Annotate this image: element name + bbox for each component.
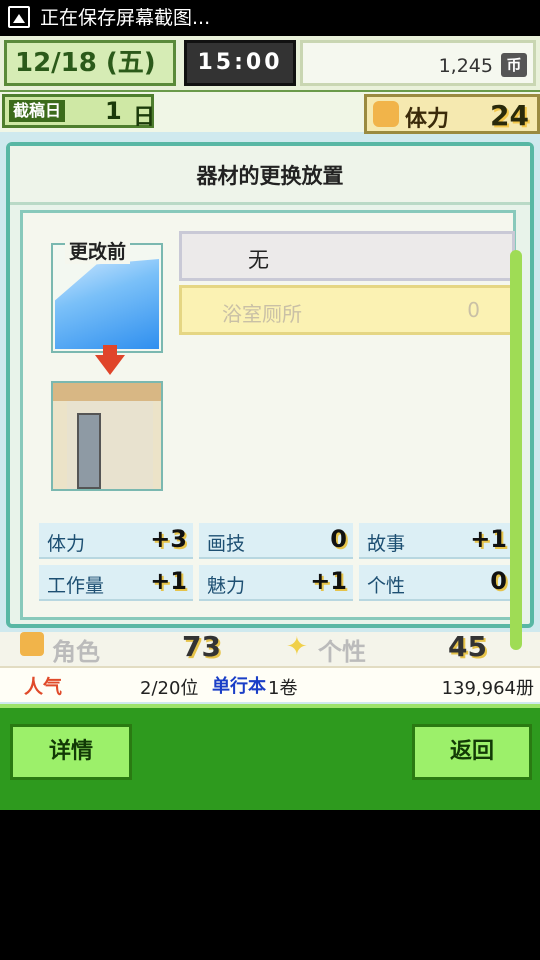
- stat-label: 体力: [47, 533, 86, 555]
- stat-drawing: 画技 0: [199, 523, 353, 559]
- stat-value: +1: [470, 525, 507, 553]
- volume-label: 单行本: [212, 676, 266, 697]
- role-label: 角色: [52, 638, 100, 666]
- volume-value: 1卷: [268, 678, 298, 699]
- option-name: 无: [248, 248, 269, 272]
- stat-label: 魅力: [207, 575, 246, 597]
- dialog-title: 器材的更换放置: [196, 164, 344, 188]
- before-label: 更改前: [65, 237, 131, 264]
- bathroom-door-image: [77, 413, 101, 489]
- copies-value: 139,964册: [441, 678, 534, 699]
- stat-personality: 个性 0: [359, 565, 513, 601]
- stamina-label: 体力: [405, 107, 450, 132]
- sparkle-icon: ✦: [286, 632, 308, 662]
- stat-label: 画技: [207, 533, 246, 555]
- wall-top: [53, 383, 161, 401]
- stat-value: 0: [330, 525, 347, 553]
- personality-value: 45: [448, 630, 487, 663]
- stat-workload: 工作量 +1: [39, 565, 193, 601]
- deadline-box: 截稿日 1 日: [2, 94, 156, 130]
- bathtub-water-image: [55, 259, 159, 349]
- stat-value: +1: [310, 567, 347, 595]
- after-preview: [51, 381, 163, 491]
- stat-value: +1: [150, 567, 187, 595]
- background-stats: 角色 73 ✦ 个性 45: [0, 630, 540, 666]
- popularity-row: 人气 2/20位 单行本 1卷 139,964册: [0, 666, 540, 702]
- detail-button[interactable]: 详情: [10, 724, 132, 780]
- stat-charm: 魅力 +1: [199, 565, 353, 601]
- image-icon: [8, 6, 30, 28]
- stat-value: +3: [150, 525, 187, 553]
- status-bar: 正在保存屏幕截图...: [0, 0, 540, 36]
- currency-icon: 币: [501, 53, 527, 77]
- bottom-bar: 详情 返回: [0, 704, 540, 810]
- option-count: 0: [467, 298, 480, 322]
- rank-value: 2/20位: [140, 678, 199, 699]
- stats-grid: 体力 +3 画技 0 故事 +1 工作量 +1 魅力 +1 个性 0: [39, 523, 525, 605]
- stat-label: 故事: [367, 533, 406, 555]
- scrollbar[interactable]: [510, 250, 522, 650]
- stat-label: 工作量: [47, 575, 105, 597]
- game-screen: 12/18 (五) 15:00 1,245 币 截稿日 1 日 体力 24 角色…: [0, 36, 540, 810]
- back-button[interactable]: 返回: [412, 724, 532, 780]
- option-none[interactable]: 无: [179, 231, 515, 281]
- stat-story: 故事 +1: [359, 523, 513, 559]
- deadline-value: 1: [105, 97, 122, 125]
- equipment-dialog: 器材的更换放置 更改前 无 浴室厕所 0 体力 +3 画技 0 故事 +1 工作…: [6, 142, 534, 650]
- stamina-icon: [373, 101, 399, 127]
- time-display: 15:00: [184, 40, 296, 86]
- dialog-header: 器材的更换放置: [10, 146, 530, 205]
- option-name: 浴室厕所: [222, 302, 302, 326]
- option-bathroom[interactable]: 浴室厕所 0: [179, 285, 515, 335]
- personality-label: 个性: [318, 638, 366, 666]
- date-display: 12/18 (五): [4, 40, 176, 86]
- stat-label: 个性: [367, 575, 406, 597]
- stat-stamina: 体力 +3: [39, 523, 193, 559]
- money-box: 1,245 币: [300, 40, 536, 86]
- dialog-content: 更改前 无 浴室厕所 0 体力 +3 画技 0 故事 +1 工作量 +1 魅力 …: [20, 210, 516, 620]
- stamina-box: 体力 24: [364, 94, 540, 134]
- stamina-value: 24: [490, 99, 529, 132]
- role-icon: [20, 632, 44, 656]
- down-arrow-icon: [95, 355, 125, 375]
- deadline-unit: 日: [133, 105, 156, 130]
- role-value: 73: [182, 630, 221, 663]
- status-text: 正在保存屏幕截图...: [40, 7, 211, 29]
- deadline-label: 截稿日: [9, 100, 66, 122]
- stat-value: 0: [490, 567, 507, 595]
- money-value: 1,245: [438, 55, 493, 77]
- popularity-label: 人气: [24, 676, 63, 698]
